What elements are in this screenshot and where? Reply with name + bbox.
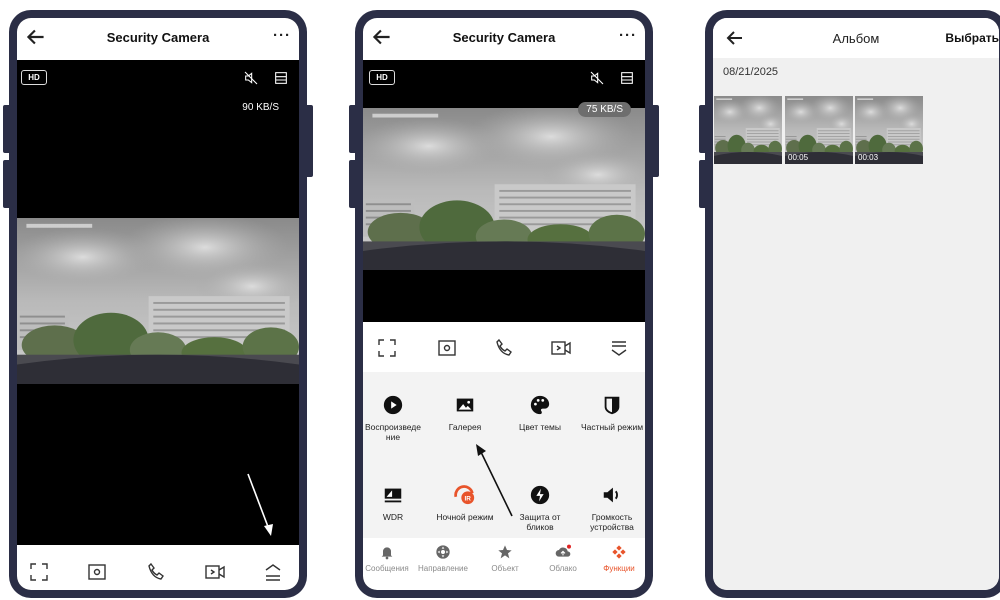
video-duration: 00:05 — [788, 153, 809, 162]
functions-icon — [612, 545, 626, 559]
side-button — [303, 105, 313, 177]
function-label: Галерея — [448, 422, 482, 432]
function-wdr[interactable]: WDR — [363, 484, 428, 522]
side-button — [349, 105, 359, 153]
app-bar: Альбом Выбрать — [713, 18, 999, 58]
volume-icon — [603, 487, 618, 503]
record-icon[interactable] — [203, 560, 227, 584]
layout-icon[interactable] — [273, 70, 289, 86]
function-gallery[interactable]: Галерея — [430, 394, 500, 432]
album-grid: 08/21/2025 00:05 00:03 — [713, 58, 999, 590]
album-date: 08/21/2025 — [723, 66, 779, 78]
function-label: Громкость устройства — [590, 512, 634, 532]
bottom-tab-bar: Сообщения Направление Объект Облако Функ… — [363, 538, 645, 590]
bell-icon — [381, 547, 393, 560]
fullscreen-icon[interactable] — [27, 560, 51, 584]
collapse-down-icon[interactable] — [607, 336, 631, 360]
night-ir-icon: IR — [454, 485, 475, 505]
play-icon — [383, 395, 403, 415]
select-button[interactable]: Выбрать — [945, 31, 999, 45]
album-thumbnail[interactable]: 00:05 — [785, 96, 853, 164]
function-private-mode[interactable]: Частный режим — [577, 394, 645, 432]
album-thumbnail[interactable] — [714, 96, 782, 164]
bitrate-readout: 75 KB/S — [578, 102, 631, 117]
more-icon[interactable]: ··· — [619, 27, 637, 44]
function-label: Защита от бликов — [519, 512, 561, 532]
side-button — [349, 160, 359, 208]
phone-album-view: Альбом Выбрать 08/21/2025 00:05 00:03 — [699, 10, 1000, 598]
layout-icon[interactable] — [619, 70, 635, 86]
record-icon[interactable] — [549, 336, 573, 360]
tab-cloud[interactable]: Облако — [535, 544, 591, 573]
phone-functions-view: Security Camera ··· HD 75 KB/S Воспроизв… — [349, 10, 659, 598]
call-icon[interactable] — [145, 560, 169, 584]
joystick-icon — [436, 545, 450, 559]
function-label: WDR — [382, 512, 404, 522]
expand-up-icon[interactable] — [261, 560, 285, 584]
tab-label: Объект — [491, 564, 519, 573]
tab-direction[interactable]: Направление — [415, 544, 471, 573]
cloud-icon — [555, 544, 571, 557]
function-label: Воспроизведе ние — [365, 422, 421, 442]
side-button — [3, 105, 13, 153]
phone-live-view: Security Camera ··· HD 90 KB/S — [3, 10, 313, 598]
function-device-volume[interactable]: Громкость устройства — [577, 484, 645, 532]
tab-object[interactable]: Объект — [477, 544, 533, 573]
page-title: Security Camera — [452, 30, 556, 45]
fullscreen-icon[interactable] — [375, 336, 399, 360]
control-bar — [17, 545, 299, 590]
function-label: Частный режим — [580, 422, 644, 432]
camera-feed[interactable] — [17, 218, 299, 384]
tab-functions[interactable]: Функции — [591, 544, 645, 573]
app-bar: Security Camera ··· — [17, 18, 299, 60]
palette-icon — [530, 395, 550, 415]
side-button — [649, 105, 659, 177]
screen: Альбом Выбрать 08/21/2025 00:05 00:03 — [713, 18, 999, 590]
more-icon[interactable]: ··· — [273, 27, 291, 44]
tab-label: Сообщения — [365, 564, 409, 573]
hd-toggle[interactable]: HD — [369, 70, 395, 85]
call-icon[interactable] — [493, 336, 517, 360]
function-theme-color[interactable]: Цвет темы — [505, 394, 575, 432]
speaker-mute-icon[interactable] — [243, 70, 259, 86]
svg-text:IR: IR — [465, 496, 472, 503]
screenshot-icon[interactable] — [85, 560, 109, 584]
function-label: Ночной режим — [436, 512, 494, 522]
bitrate-readout: 90 KB/S — [242, 102, 279, 113]
screen: Security Camera ··· HD 90 KB/S — [17, 18, 299, 590]
side-button — [699, 160, 709, 208]
function-label: Цвет темы — [519, 422, 561, 432]
function-night-mode[interactable]: IR Ночной режим — [430, 484, 500, 522]
function-playback[interactable]: Воспроизведе ние — [363, 394, 428, 442]
app-bar: Security Camera ··· — [363, 18, 645, 60]
flash-icon — [530, 485, 550, 505]
tab-label: Облако — [549, 564, 577, 573]
page-title: Security Camera — [106, 30, 210, 45]
camera-feed[interactable] — [363, 108, 645, 270]
hd-toggle[interactable]: HD — [21, 70, 47, 85]
gallery-icon — [456, 398, 474, 412]
tab-messages[interactable]: Сообщения — [363, 544, 415, 573]
screen: Security Camera ··· HD 75 KB/S Воспроизв… — [363, 18, 645, 590]
wdr-icon — [384, 488, 402, 503]
shield-icon — [604, 396, 620, 415]
functions-panel: Воспроизведе ние Галерея Цвет темы Частн… — [363, 372, 645, 550]
screenshot-icon[interactable] — [435, 336, 459, 360]
star-icon — [498, 545, 512, 559]
control-bar — [363, 322, 645, 372]
tab-label: Направление — [418, 564, 468, 573]
video-duration: 00:03 — [858, 153, 879, 162]
side-button — [3, 160, 13, 208]
album-thumbnail[interactable]: 00:03 — [855, 96, 923, 164]
function-anti-flicker[interactable]: Защита от бликов — [505, 484, 575, 532]
speaker-mute-icon[interactable] — [589, 70, 605, 86]
side-button — [699, 105, 709, 153]
tab-label: Функции — [603, 564, 635, 573]
